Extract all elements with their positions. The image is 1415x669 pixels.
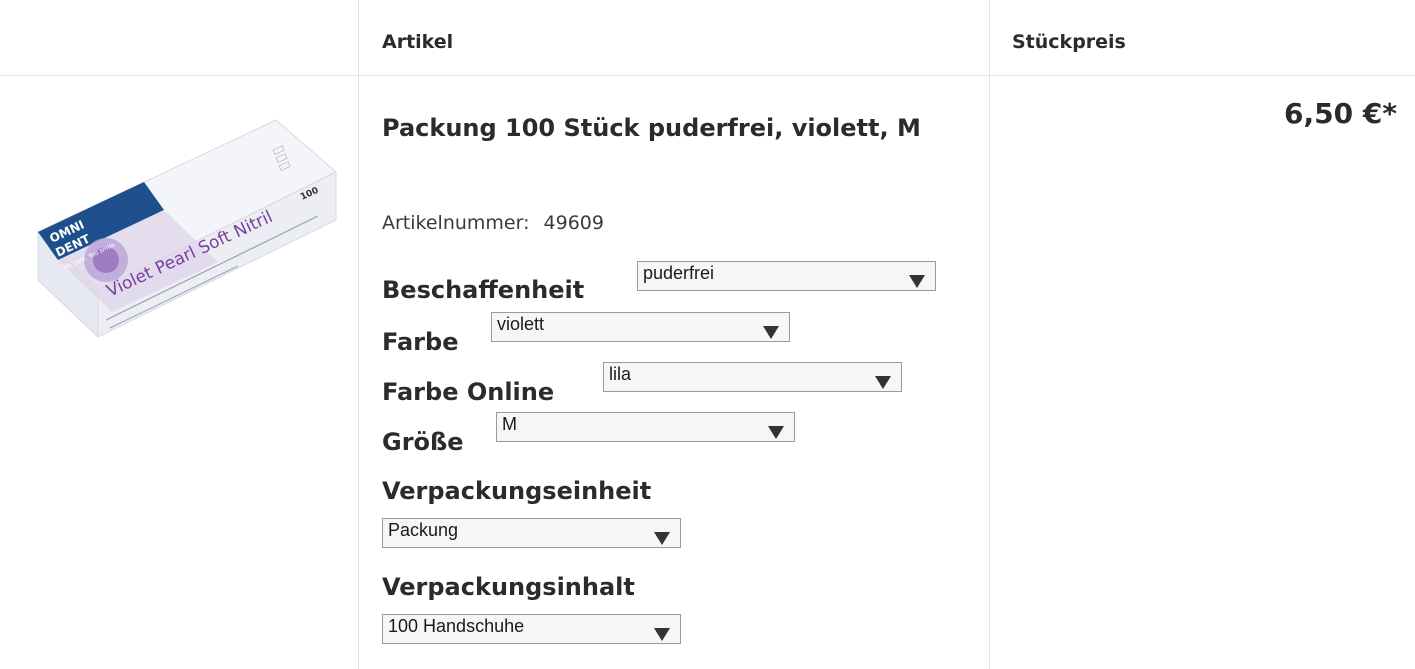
product-table: Artikel Stückpreis OMNI DENT We care. Yo…: [0, 0, 1415, 669]
option-label-farbe-online: Farbe Online: [382, 378, 555, 406]
dropdown-arrow-icon: [875, 376, 891, 389]
column-header-unit-price: Stückpreis: [1012, 31, 1126, 53]
unit-price: 6,50 €*: [1284, 97, 1397, 130]
option-label-groesse: Größe: [382, 428, 464, 456]
select-groesse[interactable]: M: [496, 412, 795, 442]
select-verpackungseinheit-value: Packung: [388, 520, 459, 540]
header-divider: [0, 75, 1415, 76]
dropdown-arrow-icon: [763, 326, 779, 339]
select-farbe-online[interactable]: lila: [603, 362, 902, 392]
option-label-beschaffenheit: Beschaffenheit: [382, 276, 585, 304]
option-label-verpackungsinhalt: Verpackungsinhalt: [382, 573, 635, 601]
option-label-verpackungseinheit: Verpackungseinheit: [382, 477, 652, 505]
select-farbe-online-value: lila: [609, 364, 632, 384]
column-header-article: Artikel: [382, 31, 454, 53]
select-beschaffenheit-value: puderfrei: [643, 263, 715, 283]
column-divider-image: [358, 0, 359, 669]
select-groesse-value: M: [502, 414, 517, 434]
dropdown-arrow-icon: [768, 426, 784, 439]
product-image[interactable]: OMNI DENT We care. You smile. Violet Pea…: [18, 92, 343, 347]
select-verpackungsinhalt-value: 100 Handschuhe: [388, 616, 525, 636]
column-divider-price: [989, 0, 990, 669]
select-verpackungseinheit[interactable]: Packung: [382, 518, 681, 548]
article-number-value: 49609: [543, 212, 604, 234]
select-verpackungsinhalt[interactable]: 100 Handschuhe: [382, 614, 681, 644]
glove-box-illustration: OMNI DENT We care. You smile. Violet Pea…: [37, 119, 337, 339]
select-farbe-value: violett: [497, 314, 545, 334]
select-beschaffenheit[interactable]: puderfrei: [637, 261, 936, 291]
dropdown-arrow-icon: [654, 532, 670, 545]
option-label-farbe: Farbe: [382, 328, 459, 356]
select-farbe[interactable]: violett: [491, 312, 790, 342]
product-title[interactable]: Packung 100 Stück puderfrei, violett, M: [382, 102, 942, 154]
dropdown-arrow-icon: [909, 275, 925, 288]
dropdown-arrow-icon: [654, 628, 670, 641]
article-number-label: Artikelnummer:: [382, 212, 530, 234]
article-number-row: Artikelnummer: 49609: [382, 212, 604, 234]
